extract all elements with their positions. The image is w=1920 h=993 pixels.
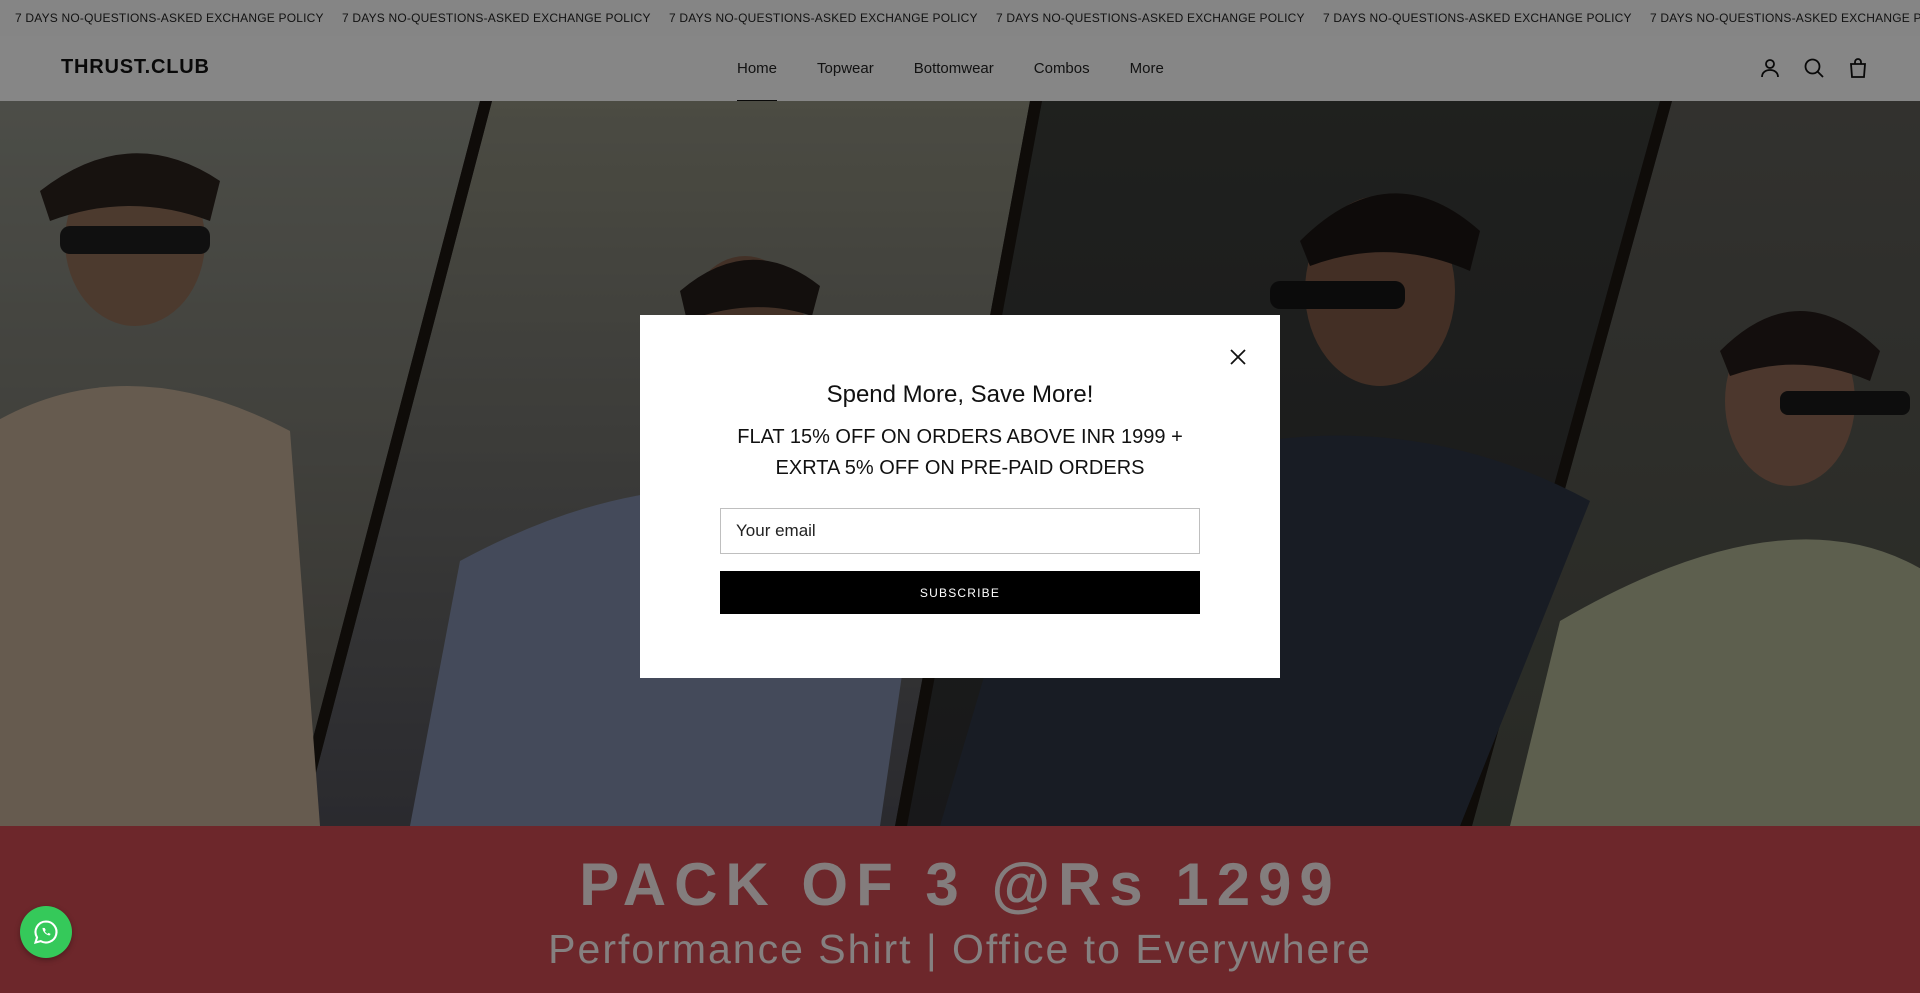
- announcement-bar: 7 DAYS NO-QUESTIONS-ASKED EXCHANGE POLIC…: [0, 0, 1920, 37]
- cart-icon[interactable]: [1846, 56, 1870, 80]
- modal-title: Spend More, Save More!: [826, 381, 1094, 408]
- close-icon[interactable]: [1226, 345, 1250, 369]
- account-icon[interactable]: [1758, 56, 1782, 80]
- announcement-text: 7 DAYS NO-QUESTIONS-ASKED EXCHANGE POLIC…: [669, 11, 978, 25]
- nav-item-home[interactable]: Home: [737, 36, 778, 102]
- announcement-text: 7 DAYS NO-QUESTIONS-ASKED EXCHANGE POLIC…: [15, 11, 324, 25]
- nav-item-more[interactable]: More: [1130, 36, 1164, 101]
- header-icons: [1758, 56, 1870, 80]
- nav-item-topwear[interactable]: Topwear: [817, 36, 874, 101]
- site-header: THRUST.CLUB Home Topwear Bottomwear Comb…: [0, 36, 1920, 102]
- nav-item-bottomwear[interactable]: Bottomwear: [914, 36, 994, 101]
- promo-title: PACK OF 3 @Rs 1299: [579, 851, 1341, 918]
- whatsapp-button[interactable]: [20, 906, 72, 958]
- promo-banner[interactable]: PACK OF 3 @Rs 1299 Performance Shirt | O…: [0, 826, 1920, 993]
- newsletter-modal: Spend More, Save More! FLAT 15% OFF ON O…: [640, 315, 1280, 678]
- announcement-text: 7 DAYS NO-QUESTIONS-ASKED EXCHANGE POLIC…: [342, 11, 651, 25]
- main-nav: Home Topwear Bottomwear Combos More: [737, 36, 1204, 102]
- announcement-text: 7 DAYS NO-QUESTIONS-ASKED EXCHANGE POLIC…: [1650, 11, 1920, 25]
- modal-offer-text: FLAT 15% OFF ON ORDERS ABOVE INR 1999 + …: [737, 426, 1183, 479]
- nav-item-combos[interactable]: Combos: [1034, 36, 1090, 101]
- whatsapp-icon: [33, 920, 58, 944]
- subscribe-button[interactable]: SUBSCRIBE: [720, 571, 1200, 614]
- announcement-text: 7 DAYS NO-QUESTIONS-ASKED EXCHANGE POLIC…: [1323, 11, 1632, 25]
- site-logo[interactable]: THRUST.CLUB: [61, 56, 210, 79]
- promo-subtitle: Performance Shirt | Office to Everywhere: [548, 926, 1372, 972]
- announcement-text: 7 DAYS NO-QUESTIONS-ASKED EXCHANGE POLIC…: [996, 11, 1305, 25]
- email-input[interactable]: [720, 508, 1200, 554]
- search-icon[interactable]: [1802, 56, 1826, 80]
